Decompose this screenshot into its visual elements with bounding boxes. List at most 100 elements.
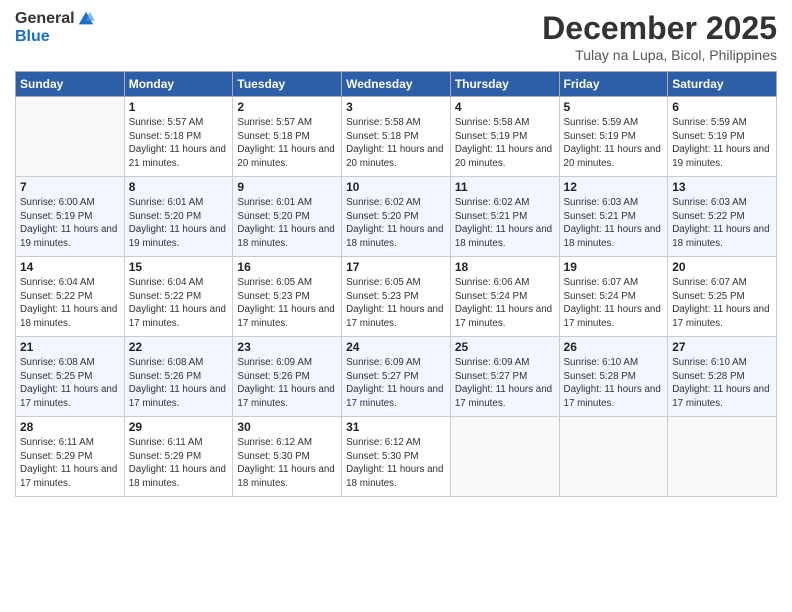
table-row: 20 Sunrise: 6:07 AMSunset: 5:25 PMDayligh… bbox=[668, 257, 777, 337]
day-detail: Sunrise: 6:02 AMSunset: 5:20 PMDaylight:… bbox=[346, 196, 446, 251]
calendar-header-row: Sunday Monday Tuesday Wednesday Thursday… bbox=[16, 72, 777, 97]
col-saturday: Saturday bbox=[668, 72, 777, 97]
logo: General Blue bbox=[15, 10, 95, 46]
table-row: 13 Sunrise: 6:03 AMSunset: 5:22 PMDayligh… bbox=[668, 177, 777, 257]
month-title: December 2025 bbox=[542, 10, 777, 47]
table-row bbox=[559, 417, 668, 497]
day-number: 5 bbox=[564, 100, 664, 114]
day-number: 12 bbox=[564, 180, 664, 194]
day-number: 30 bbox=[237, 420, 337, 434]
calendar-week-row: 14 Sunrise: 6:04 AMSunset: 5:22 PMDayligh… bbox=[16, 257, 777, 337]
title-block: December 2025 Tulay na Lupa, Bicol, Phil… bbox=[542, 10, 777, 63]
table-row: 26 Sunrise: 6:10 AMSunset: 5:28 PMDayligh… bbox=[559, 337, 668, 417]
table-row: 21 Sunrise: 6:08 AMSunset: 5:25 PMDayligh… bbox=[16, 337, 125, 417]
table-row: 29Sunrise: 6:11 AMSunset: 5:29 PMDayligh… bbox=[124, 417, 233, 497]
day-detail: Sunrise: 6:02 AMSunset: 5:21 PMDaylight:… bbox=[455, 196, 555, 251]
day-number: 24 bbox=[346, 340, 446, 354]
day-detail: Sunrise: 6:11 AMSunset: 5:29 PMDaylight:… bbox=[129, 436, 229, 491]
day-detail: Sunrise: 6:12 AMSunset: 5:30 PMDaylight:… bbox=[237, 436, 337, 491]
table-row: 23Sunrise: 6:09 AMSunset: 5:26 PMDayligh… bbox=[233, 337, 342, 417]
col-wednesday: Wednesday bbox=[342, 72, 451, 97]
header: General Blue December 2025 Tulay na Lupa… bbox=[15, 10, 777, 63]
calendar-week-row: 7 Sunrise: 6:00 AMSunset: 5:19 PMDaylight… bbox=[16, 177, 777, 257]
day-detail: Sunrise: 6:10 AMSunset: 5:28 PMDaylight:… bbox=[564, 356, 664, 411]
day-number: 16 bbox=[237, 260, 337, 274]
day-detail: Sunrise: 6:04 AMSunset: 5:22 PMDaylight:… bbox=[129, 276, 229, 331]
day-number: 22 bbox=[129, 340, 229, 354]
day-detail: Sunrise: 6:00 AMSunset: 5:19 PMDaylight:… bbox=[20, 196, 120, 251]
day-detail: Sunrise: 6:06 AMSunset: 5:24 PMDaylight:… bbox=[455, 276, 555, 331]
table-row: 16 Sunrise: 6:05 AMSunset: 5:23 PMDayligh… bbox=[233, 257, 342, 337]
day-detail: Sunrise: 6:03 AMSunset: 5:22 PMDaylight:… bbox=[672, 196, 772, 251]
table-row bbox=[668, 417, 777, 497]
table-row: 18 Sunrise: 6:06 AMSunset: 5:24 PMDayligh… bbox=[450, 257, 559, 337]
day-detail: Sunrise: 6:01 AMSunset: 5:20 PMDaylight:… bbox=[237, 196, 337, 251]
logo-blue: Blue bbox=[15, 28, 50, 45]
page: General Blue December 2025 Tulay na Lupa… bbox=[0, 0, 792, 612]
table-row: 3 Sunrise: 5:58 AMSunset: 5:18 PMDaylight… bbox=[342, 97, 451, 177]
day-number: 3 bbox=[346, 100, 446, 114]
location-title: Tulay na Lupa, Bicol, Philippines bbox=[542, 47, 777, 63]
day-number: 18 bbox=[455, 260, 555, 274]
day-number: 4 bbox=[455, 100, 555, 114]
table-row: 12 Sunrise: 6:03 AMSunset: 5:21 PMDayligh… bbox=[559, 177, 668, 257]
day-detail: Sunrise: 5:57 AMSunset: 5:18 PMDaylight:… bbox=[237, 116, 337, 171]
day-number: 26 bbox=[564, 340, 664, 354]
day-number: 31 bbox=[346, 420, 446, 434]
day-number: 20 bbox=[672, 260, 772, 274]
day-detail: Sunrise: 6:09 AMSunset: 5:27 PMDaylight:… bbox=[455, 356, 555, 411]
day-detail: Sunrise: 5:57 AMSunset: 5:18 PMDaylight:… bbox=[129, 116, 229, 171]
day-number: 25 bbox=[455, 340, 555, 354]
calendar-week-row: 21 Sunrise: 6:08 AMSunset: 5:25 PMDayligh… bbox=[16, 337, 777, 417]
day-number: 14 bbox=[20, 260, 120, 274]
day-detail: Sunrise: 6:11 AMSunset: 5:29 PMDaylight:… bbox=[20, 436, 120, 491]
day-number: 11 bbox=[455, 180, 555, 194]
table-row: 25 Sunrise: 6:09 AMSunset: 5:27 PMDayligh… bbox=[450, 337, 559, 417]
day-detail: Sunrise: 5:59 AMSunset: 5:19 PMDaylight:… bbox=[672, 116, 772, 171]
col-sunday: Sunday bbox=[16, 72, 125, 97]
day-number: 7 bbox=[20, 180, 120, 194]
col-tuesday: Tuesday bbox=[233, 72, 342, 97]
day-detail: Sunrise: 6:01 AMSunset: 5:20 PMDaylight:… bbox=[129, 196, 229, 251]
table-row: 27 Sunrise: 6:10 AMSunset: 5:28 PMDayligh… bbox=[668, 337, 777, 417]
day-detail: Sunrise: 6:07 AMSunset: 5:25 PMDaylight:… bbox=[672, 276, 772, 331]
calendar-week-row: 28 Sunrise: 6:11 AMSunset: 5:29 PMDayligh… bbox=[16, 417, 777, 497]
day-detail: Sunrise: 6:05 AMSunset: 5:23 PMDaylight:… bbox=[237, 276, 337, 331]
day-detail: Sunrise: 5:59 AMSunset: 5:19 PMDaylight:… bbox=[564, 116, 664, 171]
table-row: 22Sunrise: 6:08 AMSunset: 5:26 PMDayligh… bbox=[124, 337, 233, 417]
logo-general: General bbox=[15, 10, 75, 28]
table-row: 7 Sunrise: 6:00 AMSunset: 5:19 PMDaylight… bbox=[16, 177, 125, 257]
day-number: 9 bbox=[237, 180, 337, 194]
table-row: 9 Sunrise: 6:01 AMSunset: 5:20 PMDaylight… bbox=[233, 177, 342, 257]
day-number: 13 bbox=[672, 180, 772, 194]
table-row: 31Sunrise: 6:12 AMSunset: 5:30 PMDayligh… bbox=[342, 417, 451, 497]
col-friday: Friday bbox=[559, 72, 668, 97]
table-row bbox=[16, 97, 125, 177]
table-row: 4 Sunrise: 5:58 AMSunset: 5:19 PMDaylight… bbox=[450, 97, 559, 177]
table-row: 1 Sunrise: 5:57 AMSunset: 5:18 PMDaylight… bbox=[124, 97, 233, 177]
day-number: 21 bbox=[20, 340, 120, 354]
day-detail: Sunrise: 5:58 AMSunset: 5:18 PMDaylight:… bbox=[346, 116, 446, 171]
day-number: 6 bbox=[672, 100, 772, 114]
table-row: 19Sunrise: 6:07 AMSunset: 5:24 PMDayligh… bbox=[559, 257, 668, 337]
day-number: 15 bbox=[129, 260, 229, 274]
day-number: 28 bbox=[20, 420, 120, 434]
col-thursday: Thursday bbox=[450, 72, 559, 97]
logo-icon bbox=[77, 10, 95, 28]
day-detail: Sunrise: 5:58 AMSunset: 5:19 PMDaylight:… bbox=[455, 116, 555, 171]
table-row: 24 Sunrise: 6:09 AMSunset: 5:27 PMDayligh… bbox=[342, 337, 451, 417]
day-number: 2 bbox=[237, 100, 337, 114]
day-detail: Sunrise: 6:07 AMSunset: 5:24 PMDaylight:… bbox=[564, 276, 664, 331]
day-number: 1 bbox=[129, 100, 229, 114]
table-row: 2 Sunrise: 5:57 AMSunset: 5:18 PMDaylight… bbox=[233, 97, 342, 177]
col-monday: Monday bbox=[124, 72, 233, 97]
calendar-week-row: 1 Sunrise: 5:57 AMSunset: 5:18 PMDaylight… bbox=[16, 97, 777, 177]
day-number: 27 bbox=[672, 340, 772, 354]
day-detail: Sunrise: 6:05 AMSunset: 5:23 PMDaylight:… bbox=[346, 276, 446, 331]
table-row: 6 Sunrise: 5:59 AMSunset: 5:19 PMDaylight… bbox=[668, 97, 777, 177]
day-detail: Sunrise: 6:10 AMSunset: 5:28 PMDaylight:… bbox=[672, 356, 772, 411]
day-detail: Sunrise: 6:03 AMSunset: 5:21 PMDaylight:… bbox=[564, 196, 664, 251]
day-detail: Sunrise: 6:09 AMSunset: 5:27 PMDaylight:… bbox=[346, 356, 446, 411]
table-row: 8Sunrise: 6:01 AMSunset: 5:20 PMDaylight… bbox=[124, 177, 233, 257]
day-detail: Sunrise: 6:08 AMSunset: 5:25 PMDaylight:… bbox=[20, 356, 120, 411]
